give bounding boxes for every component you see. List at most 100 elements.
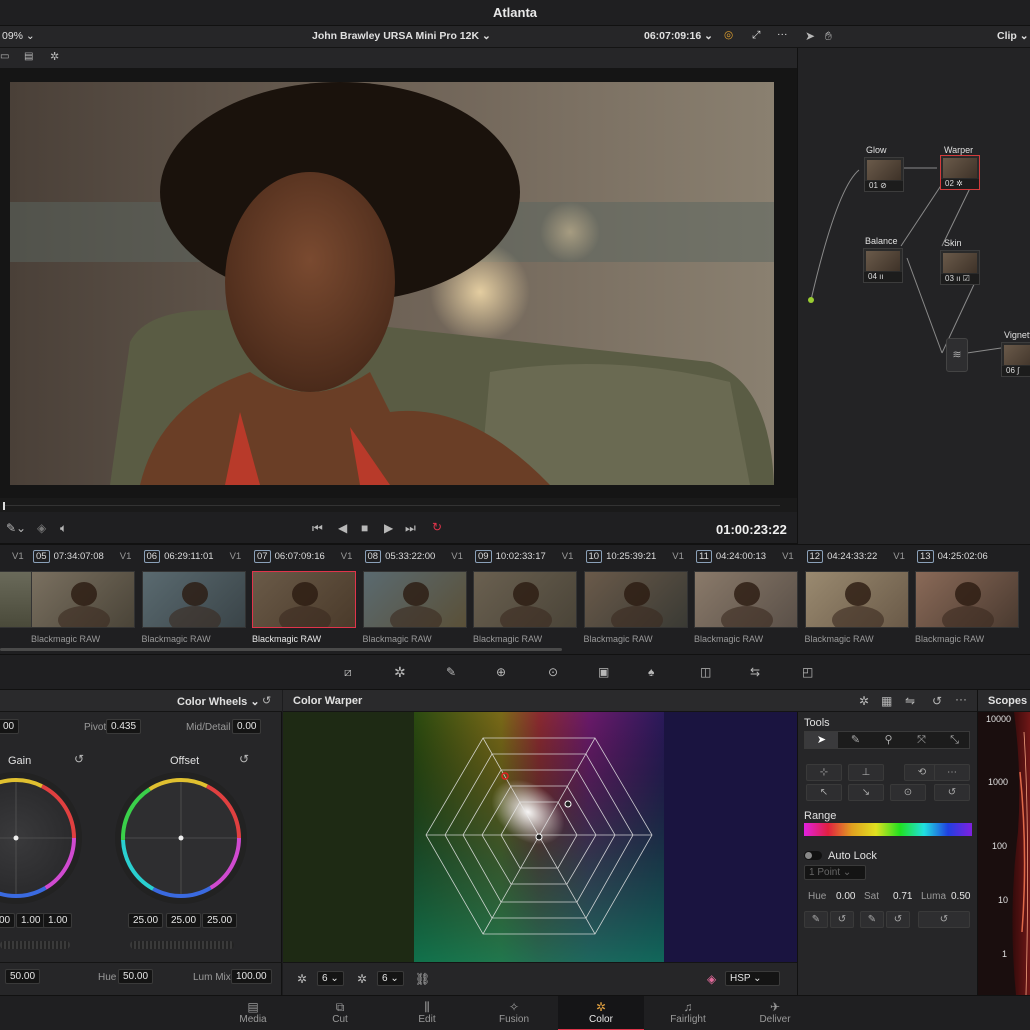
blur-icon[interactable]: ♠︎	[648, 665, 654, 679]
video-frame[interactable]	[10, 82, 774, 485]
gain-g-field[interactable]: 1.00	[16, 913, 46, 928]
window-icon[interactable]: ⊕	[496, 665, 506, 679]
gain-r-field[interactable]: 00	[0, 913, 16, 928]
node-skin[interactable]: 03 ıı ☑	[940, 250, 980, 285]
more-icon[interactable]: ···	[777, 28, 788, 40]
volume-icon[interactable]: 🔈︎	[60, 521, 67, 536]
pointer-icon[interactable]: ➤	[805, 29, 815, 43]
clip-thumbnail[interactable]	[252, 571, 356, 628]
clip-thumbnail[interactable]	[473, 571, 577, 628]
offset-master-wheel[interactable]	[130, 941, 234, 949]
clip-thumbnail[interactable]	[804, 571, 909, 628]
pin-tool-icon[interactable]: ⚲	[872, 732, 905, 748]
tool-luma-value[interactable]: 0.50	[951, 891, 970, 902]
grid-count-2[interactable]: 6 ⌄	[377, 971, 404, 986]
key-icon[interactable]: ◫	[700, 665, 711, 679]
contract-tool-icon[interactable]: ⤡	[938, 732, 971, 748]
expand-tool-icon[interactable]: ⤧	[905, 732, 938, 748]
clip-thumbnail[interactable]	[915, 571, 1019, 628]
select-tool-icon[interactable]: ➤	[805, 732, 838, 748]
lum-mix-field[interactable]: 100.00	[231, 969, 272, 984]
clip-scrollbar[interactable]	[0, 648, 562, 651]
hue-reset-button[interactable]: ↺	[830, 911, 854, 928]
magic-mask-icon[interactable]: ▣	[598, 665, 609, 679]
page-cut[interactable]: ⧉ Cut	[297, 996, 383, 1030]
tool-btn-7[interactable]: ⊙	[890, 784, 926, 801]
tool-hue-value[interactable]: 0.00	[836, 891, 855, 902]
sat-reset-button[interactable]: ↺	[886, 911, 910, 928]
tool-btn-6[interactable]: ↘	[848, 784, 884, 801]
clip-thumbnail[interactable]	[694, 571, 798, 628]
offset-g-field[interactable]: 25.00	[166, 913, 202, 928]
tool-btn-8[interactable]: ↺	[934, 784, 970, 801]
clip-thumbnail[interactable]	[362, 571, 467, 628]
clip-title-select[interactable]: John Brawley URSA Mini Pro 12K ⌄	[312, 30, 491, 42]
warper-canvas[interactable]	[283, 712, 797, 962]
scrub-bar[interactable]	[0, 498, 797, 512]
node-warper[interactable]: 02 ✲	[940, 155, 980, 190]
mid-detail-field[interactable]: 0.00	[232, 719, 262, 734]
go-to-start-icon[interactable]: ⏮︎	[312, 521, 323, 536]
tool-btn-5[interactable]: ↖	[806, 784, 842, 801]
tracker-icon[interactable]: ⊙	[548, 665, 558, 679]
node-mode-select[interactable]: Clip ⌄	[997, 30, 1029, 42]
play-reverse-icon[interactable]: ◀	[338, 521, 347, 535]
play-icon[interactable]: ▶	[384, 521, 393, 535]
hue-pick-button[interactable]: ✎	[804, 911, 828, 928]
gain-wheel[interactable]	[0, 772, 82, 904]
playhead[interactable]	[3, 502, 5, 510]
sat-pick-button[interactable]: ✎	[860, 911, 884, 928]
clip-thumbnail[interactable]	[583, 571, 688, 628]
layers-icon[interactable]: ◈	[37, 521, 46, 535]
reset-icon[interactable]: ↺	[262, 694, 271, 707]
pen-tool-icon[interactable]: ✎	[839, 732, 872, 748]
warper-mode-icon[interactable]: ✲	[859, 694, 869, 708]
tool-sat-value[interactable]: 0.71	[893, 891, 912, 902]
tool-btn-4[interactable]: ⋯	[934, 764, 970, 781]
gain-b-field[interactable]: 1.00	[43, 913, 73, 928]
loop-icon[interactable]: ↻	[432, 520, 442, 534]
page-fusion[interactable]: ✧ Fusion	[471, 996, 557, 1030]
sat-grid-icon[interactable]: ✲	[357, 972, 367, 986]
grid-icon[interactable]: ▦	[881, 694, 892, 708]
layer-mixer-node[interactable]: ≋	[946, 338, 968, 372]
gain-master-wheel[interactable]	[0, 941, 70, 949]
page-deliver[interactable]: ✈︎ Deliver	[732, 996, 818, 1030]
split-icon[interactable]: ▤	[24, 51, 33, 62]
sizing-icon[interactable]: ⇆	[750, 665, 760, 679]
auto-lock-toggle[interactable]	[804, 851, 822, 860]
reset-warper-icon[interactable]: ↺	[932, 694, 942, 708]
hue-field[interactable]: 50.00	[118, 969, 154, 984]
page-edit[interactable]: ⫼ Edit	[384, 996, 470, 1030]
wand-icon[interactable]: ✲	[50, 50, 59, 63]
contrast-field[interactable]: 00	[0, 719, 20, 734]
color-wheels-title-select[interactable]: Color Wheels ⌄	[177, 695, 260, 708]
fullscreen-icon[interactable]: ⤢	[752, 29, 760, 42]
grid-count-1[interactable]: 6 ⌄	[317, 971, 344, 986]
color-warper-icon[interactable]: ✲	[394, 664, 406, 681]
node-balance[interactable]: 04 ıı	[863, 248, 903, 283]
tool-btn-2[interactable]: ⊥	[848, 764, 884, 781]
3d-icon[interactable]: ◰	[802, 665, 813, 679]
flip-icon[interactable]: ⇋	[905, 694, 915, 708]
layout-icon[interactable]: ▭	[0, 51, 9, 62]
link-icon[interactable]: ⛓︎	[415, 972, 430, 986]
offset-wheel[interactable]	[115, 772, 247, 904]
gain-reset-icon[interactable]: ↺	[74, 752, 84, 766]
offset-reset-icon[interactable]: ↺	[239, 752, 249, 766]
tool-btn-1[interactable]: ⊹	[806, 764, 842, 781]
warper-more-icon[interactable]: ···	[955, 692, 967, 706]
offset-b-field[interactable]: 25.00	[202, 913, 238, 928]
pivot-field[interactable]: 0.435	[106, 719, 142, 734]
offset-r-field[interactable]: 25.00	[128, 913, 164, 928]
hue-grid-icon[interactable]: ✲	[297, 972, 307, 986]
go-to-end-icon[interactable]: ⏭︎	[405, 521, 416, 536]
color-space-select[interactable]: HSP ⌄	[725, 971, 780, 986]
stop-icon[interactable]: ■	[361, 521, 368, 535]
page-media[interactable]: ▤ Media	[210, 996, 296, 1030]
curves-icon[interactable]: ⧄	[344, 665, 352, 680]
clip-thumbnail[interactable]	[31, 571, 135, 628]
page-fairlight[interactable]: ♫ Fairlight	[645, 996, 731, 1030]
color-picker-icon[interactable]: ◎	[724, 29, 733, 41]
eyedropper-icon[interactable]: ✎⌄	[6, 521, 26, 535]
